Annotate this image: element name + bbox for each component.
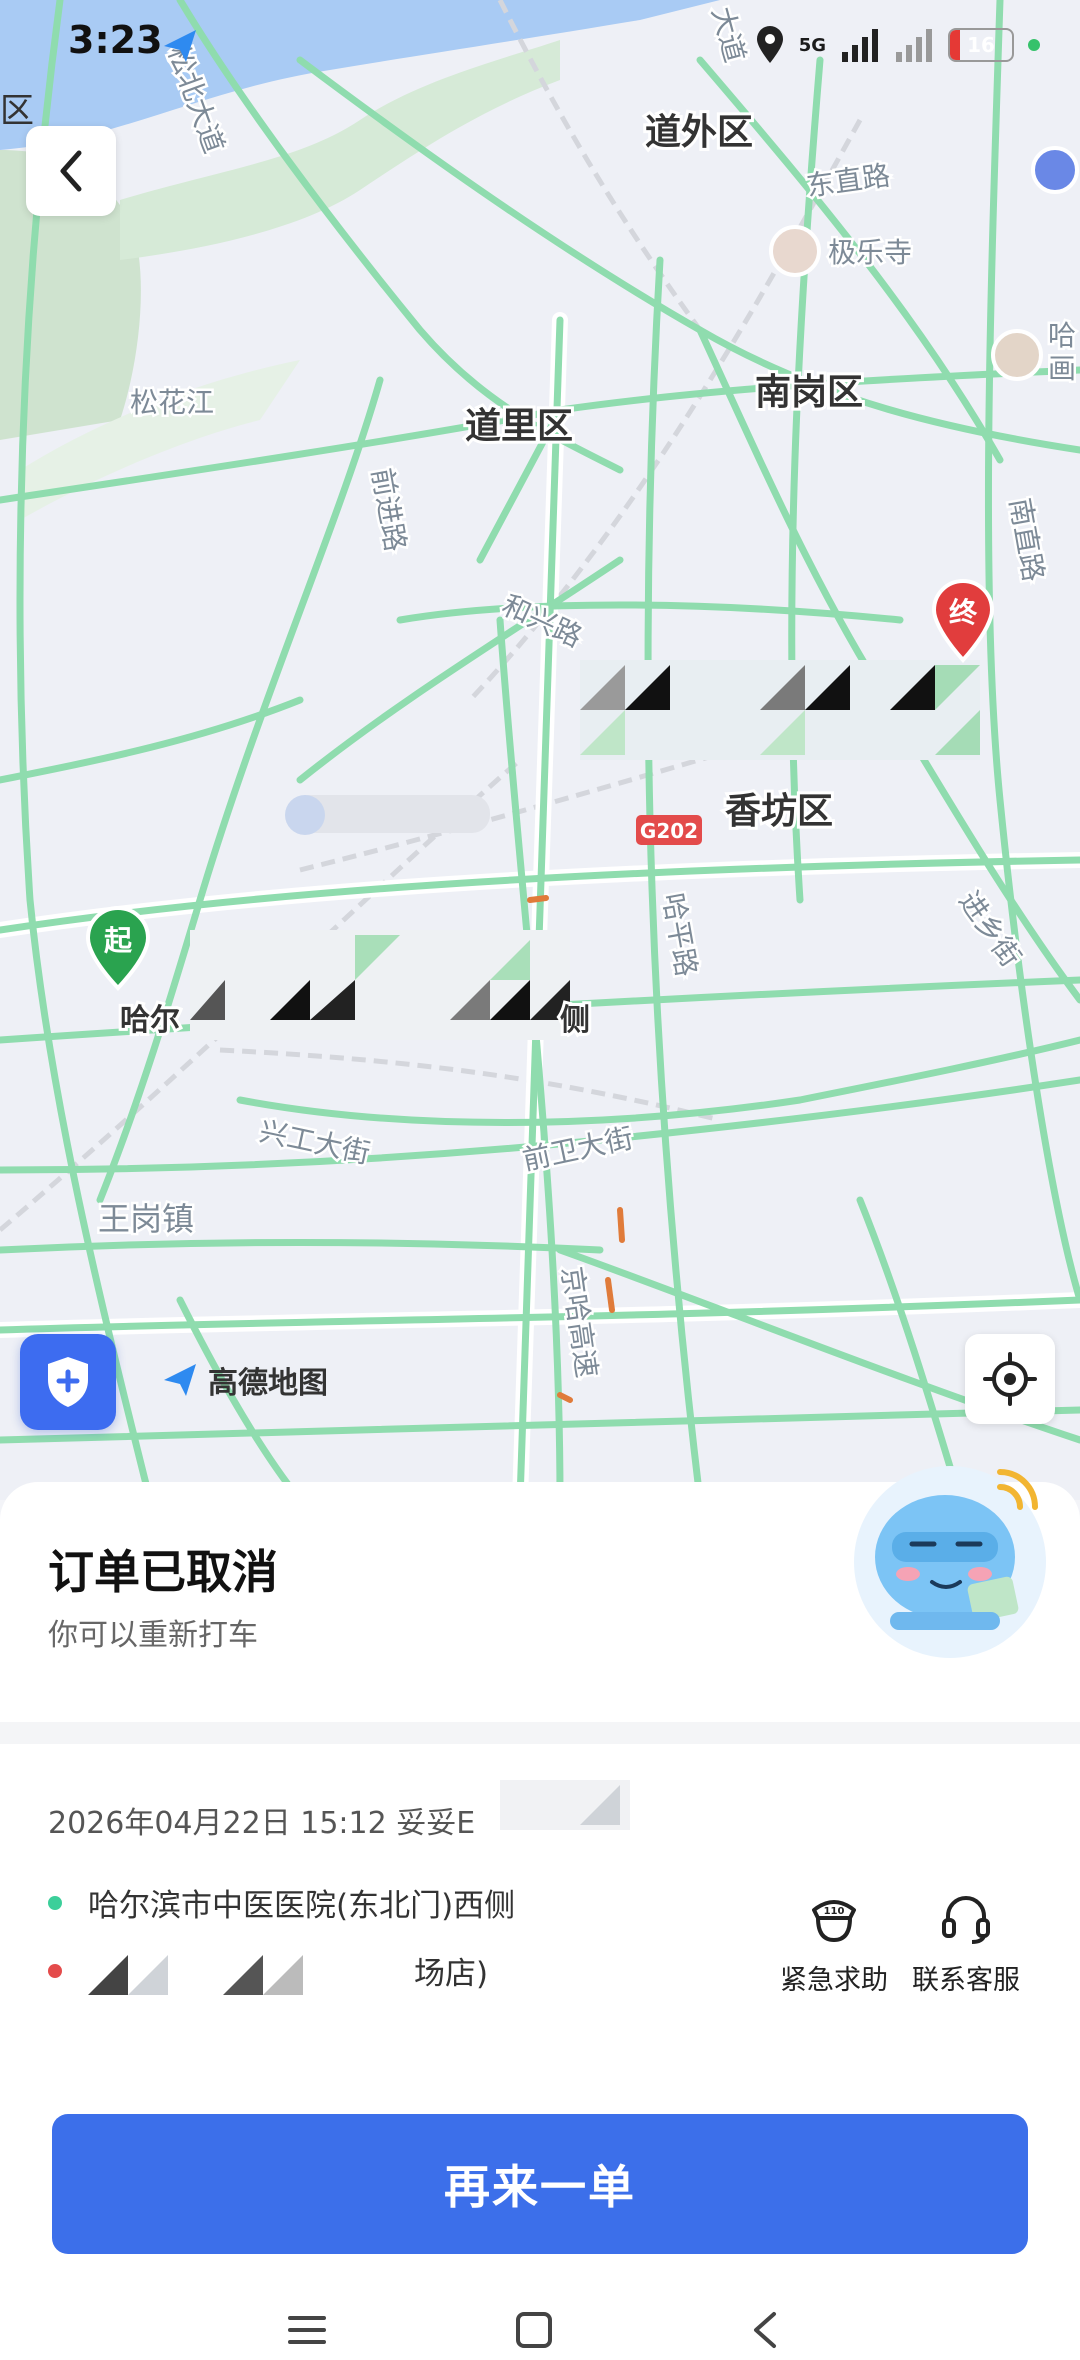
amap-brand: 高德地图 xyxy=(208,1366,328,1401)
order-status-title: 订单已取消 xyxy=(48,1545,278,1599)
recent-apps-icon[interactable] xyxy=(286,2312,328,2348)
signal-icon xyxy=(842,29,878,62)
battery-icon: 16 xyxy=(948,28,1014,62)
chevron-left-icon xyxy=(60,150,82,192)
police-icon: 110 xyxy=(812,1900,856,1943)
section-divider xyxy=(0,1722,1080,1744)
svg-text:G202: G202 xyxy=(640,819,698,843)
navigation-app-icon xyxy=(164,30,196,62)
label-origin-place: 哈尔 xyxy=(120,1003,180,1038)
mascot-car-icon xyxy=(854,1466,1046,1658)
label-edge-left: 区 xyxy=(0,91,34,131)
destination-address: 场店) xyxy=(414,1956,489,1992)
privacy-mosaic-meta xyxy=(500,1780,630,1830)
crosshair-icon xyxy=(983,1352,1037,1406)
label-xiangfang: 香坊区 xyxy=(725,791,833,832)
privacy-dot-icon xyxy=(1028,39,1040,51)
destination-address-row: 场店) xyxy=(48,1948,489,1995)
label-edge-right2: 画 xyxy=(1048,352,1076,385)
amap-logo-icon xyxy=(164,1364,196,1396)
safety-center-button[interactable] xyxy=(20,1334,116,1430)
label-edge-right: 哈 xyxy=(1048,319,1076,352)
amap-logo: 高德地图 xyxy=(160,1358,328,1402)
home-icon[interactable] xyxy=(514,2310,554,2350)
highway-shield-g202: G202 xyxy=(636,815,702,845)
customer-service-button[interactable]: 联系客服 xyxy=(906,1888,1026,1997)
poi-blue-icon xyxy=(1031,146,1079,194)
museum-icon xyxy=(991,329,1043,381)
origin-dot-icon xyxy=(48,1895,62,1910)
label-jilesi: 极乐寺 xyxy=(828,236,912,269)
status-icons: 5G 16 xyxy=(755,20,1040,70)
order-datetime-plate: 2026年04月22日 15:12 妥妥E xyxy=(48,1806,476,1841)
svg-text:起: 起 xyxy=(104,924,133,957)
status-bar: 3:23 5G 16 xyxy=(0,0,1080,90)
signal-icon-2 xyxy=(896,29,932,62)
reorder-button[interactable]: 再来一单 xyxy=(52,2114,1028,2254)
system-navbar xyxy=(0,2300,1080,2360)
svg-text:终: 终 xyxy=(949,596,978,629)
status-time: 3:23 xyxy=(68,18,163,62)
network-type: 5G xyxy=(798,34,826,56)
label-nangang: 南岗区 xyxy=(755,372,863,413)
nav-back-icon[interactable] xyxy=(748,2310,782,2350)
label-origin-place-end: 侧 xyxy=(560,1003,590,1038)
temple-icon xyxy=(769,225,821,277)
emergency-button[interactable]: 110 紧急求助 xyxy=(774,1888,894,1997)
label-daoli: 道里区 xyxy=(465,406,573,447)
customer-service-label: 联系客服 xyxy=(912,1965,1020,1996)
shield-icon xyxy=(48,1357,88,1407)
label-daowai: 道外区 xyxy=(645,112,753,153)
order-status-subtitle: 你可以重新打车 xyxy=(48,1618,258,1653)
label-songhuajiang: 松花江 xyxy=(130,386,214,419)
privacy-mosaic-1 xyxy=(580,660,980,760)
headset-icon xyxy=(942,1896,990,1944)
emergency-label: 紧急求助 xyxy=(780,1965,888,1996)
back-button[interactable] xyxy=(26,126,116,216)
battery-level: 16 xyxy=(967,33,995,57)
origin-address-row: 哈尔滨市中医医院(东北门)西侧 xyxy=(48,1880,515,1925)
svg-text:110: 110 xyxy=(824,1906,845,1917)
locate-button[interactable] xyxy=(965,1334,1055,1424)
destination-dot-icon xyxy=(48,1963,62,1978)
privacy-mosaic-2 xyxy=(190,930,570,1040)
order-meta: 2026年04月22日 15:12 妥妥E xyxy=(48,1798,475,1842)
location-icon xyxy=(756,26,783,63)
origin-address: 哈尔滨市中医医院(东北门)西侧 xyxy=(88,1888,516,1924)
privacy-blur-3 xyxy=(285,795,490,835)
label-wanggang: 王岗镇 xyxy=(98,1200,194,1238)
map-view[interactable]: 道外区 道里区 南岗区 香坊区 哈尔 侧 极乐寺 松花江 东直路 前进路 和兴路… xyxy=(0,0,1080,1500)
privacy-mosaic-destination xyxy=(88,1951,388,1995)
